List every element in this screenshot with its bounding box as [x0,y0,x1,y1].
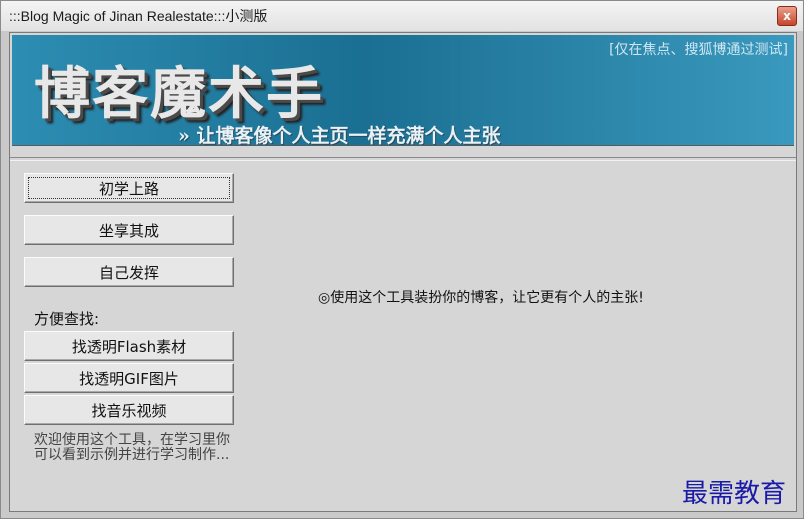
welcome-text: 欢迎使用这个工具，在学习里你可以看到示例并进行学习制作... [34,432,230,463]
title-bar[interactable]: :::Blog Magic of Jinan Realestate:::小测版 … [1,1,803,31]
center-message: ◎使用这个工具装扮你的博客，让它更有个人的主张! [318,290,644,306]
ready-made-button[interactable]: 坐享其成 [24,215,234,245]
diy-button[interactable]: 自己发挥 [24,257,234,287]
app-window: :::Blog Magic of Jinan Realestate:::小测版 … [0,0,804,519]
client-area: 博客魔术手 [仅在焦点、搜狐博通过测试] » 让博客像个人主页一样充满个人主张 … [9,32,797,512]
close-button[interactable]: x [777,6,797,26]
watermark: 最需教育 [682,479,787,509]
banner-title: 博客魔术手 [34,61,324,127]
divider [10,157,796,161]
beginner-button[interactable]: 初学上路 [24,173,234,203]
window-title: :::Blog Magic of Jinan Realestate:::小测版 [9,8,268,24]
find-gif-button[interactable]: 找透明GIF图片 [24,363,234,393]
banner: 博客魔术手 [仅在焦点、搜狐博通过测试] » 让博客像个人主页一样充满个人主张 [12,35,794,146]
find-music-button[interactable]: 找音乐视频 [24,395,234,425]
find-flash-button[interactable]: 找透明Flash素材 [24,331,234,361]
banner-slogan: » 让博客像个人主页一样充满个人主张 [178,125,501,146]
find-label: 方便查找: [34,310,100,328]
banner-note: [仅在焦点、搜狐博通过测试] [609,42,788,58]
